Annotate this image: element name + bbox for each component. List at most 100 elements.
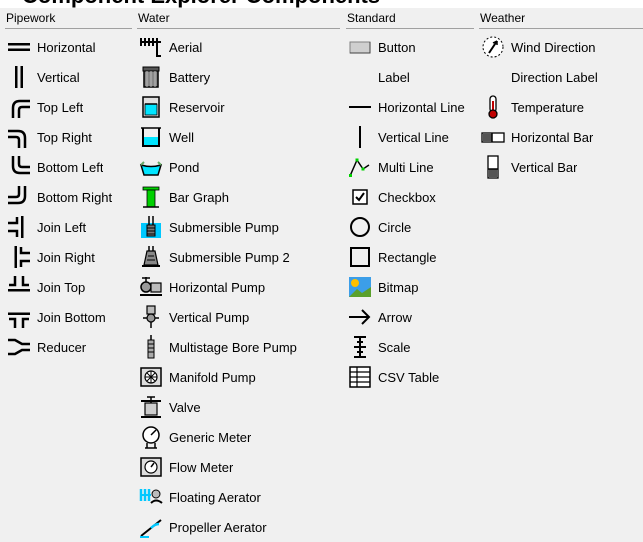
palette-item-label: Submersible Pump 2	[169, 249, 290, 265]
palette-item-vertical-pump[interactable]: Vertical Pump	[137, 302, 340, 332]
water-column: Water Aerial Battery Reservoir Well Pond Bar G…	[137, 8, 340, 539]
palette-item-label: Join Bottom	[37, 309, 106, 325]
palette-item-label: Join Right	[37, 249, 95, 265]
palette-item-generic-meter[interactable]: Generic Meter	[137, 422, 340, 452]
palette-item-battery[interactable]: Battery	[137, 62, 340, 92]
palette-item-scale[interactable]: Scale	[346, 332, 474, 362]
manifold-pump-icon	[137, 365, 165, 389]
palette-item-join-left[interactable]: Join Left	[5, 212, 132, 242]
direction-label-icon	[479, 65, 507, 89]
palette-item-label: Reservoir	[169, 99, 225, 115]
palette-item-join-right[interactable]: Join Right	[5, 242, 132, 272]
palette-item-label: Manifold Pump	[169, 369, 256, 385]
palette-item-wind-direction[interactable]: Wind Direction	[479, 32, 643, 62]
bar-graph-icon	[137, 185, 165, 209]
palette-item-label: Temperature	[511, 99, 584, 115]
palette-item-flow-meter[interactable]: Flow Meter	[137, 452, 340, 482]
palette-item-bitmap[interactable]: Bitmap	[346, 272, 474, 302]
palette-item-reservoir[interactable]: Reservoir	[137, 92, 340, 122]
palette-item-horizontal-bar[interactable]: Horizontal Bar	[479, 122, 643, 152]
multistage-bore-pump-icon	[137, 335, 165, 359]
pipe-reducer-icon	[5, 335, 33, 359]
palette-item-label: Horizontal Pump	[169, 279, 266, 295]
circle-icon	[346, 215, 374, 239]
horizontal-pump-icon	[137, 275, 165, 299]
reservoir-icon	[137, 95, 165, 119]
submersible-pump-2-icon	[137, 245, 165, 269]
palette-item-label: Propeller Aerator	[169, 519, 267, 535]
flow-meter-icon	[137, 455, 165, 479]
palette-item-label: Vertical	[37, 69, 80, 85]
palette-item-top-left[interactable]: Top Left	[5, 92, 132, 122]
palette-item-rectangle[interactable]: Rectangle	[346, 242, 474, 272]
palette-item-checkbox[interactable]: Checkbox	[346, 182, 474, 212]
palette-item-horizontal-line[interactable]: Horizontal Line	[346, 92, 474, 122]
palette-item-label: Aerial	[169, 39, 203, 55]
palette-item-horizontal-pump[interactable]: Horizontal Pump	[137, 272, 340, 302]
palette-item-top-right[interactable]: Top Right	[5, 122, 132, 152]
palette-item-well[interactable]: Well	[137, 122, 340, 152]
palette-item-label: Reducer	[37, 339, 87, 355]
pipe-top-right-icon	[5, 125, 33, 149]
palette-item-submersible-pump-2[interactable]: Submersible Pump 2	[137, 242, 340, 272]
palette-item-pond[interactable]: Pond	[137, 152, 340, 182]
palette-item-join-bottom[interactable]: Join Bottom	[5, 302, 132, 332]
palette-item-circle[interactable]: Circle	[346, 212, 474, 242]
pipework-column-header[interactable]: Pipework	[5, 8, 132, 29]
palette-item-label: Vertical Line	[378, 129, 449, 145]
palette-item-arrow[interactable]: Arrow	[346, 302, 474, 332]
palette-item-vertical[interactable]: Vertical	[5, 62, 132, 92]
palette-item-floating-aerator[interactable]: Floating Aerator	[137, 482, 340, 512]
palette-item-label: Horizontal Line	[378, 99, 465, 115]
palette-item-label: Vertical Pump	[169, 309, 250, 325]
palette-item-label: Rectangle	[378, 249, 437, 265]
palette-item-bottom-right[interactable]: Bottom Right	[5, 182, 132, 212]
standard-item-list: Button Label Horizontal Line Vertical Line M…	[346, 29, 474, 392]
palette-item-button[interactable]: Button	[346, 32, 474, 62]
palette-item-label: Floating Aerator	[169, 489, 261, 505]
palette-item-csv-table[interactable]: CSV Table	[346, 362, 474, 392]
horizontal-line-icon	[346, 95, 374, 119]
palette-item-multi-line[interactable]: Multi Line	[346, 152, 474, 182]
palette-item-reducer[interactable]: Reducer	[5, 332, 132, 362]
water-column-header[interactable]: Water	[137, 8, 340, 29]
button-icon	[346, 35, 374, 59]
palette-item-horizontal[interactable]: Horizontal	[5, 32, 132, 62]
palette-item-label: Horizontal Bar	[511, 129, 594, 145]
palette-item-vertical-line[interactable]: Vertical Line	[346, 122, 474, 152]
pipe-bottom-right-icon	[5, 185, 33, 209]
weather-column: Weather Wind Direction Direction Label Temp…	[479, 8, 643, 539]
palette-item-bar-graph[interactable]: Bar Graph	[137, 182, 340, 212]
palette-item-aerial[interactable]: Aerial	[137, 32, 340, 62]
palette-item-submersible-pump[interactable]: Submersible Pump	[137, 212, 340, 242]
scale-icon	[346, 335, 374, 359]
weather-column-header[interactable]: Weather	[479, 8, 643, 29]
palette-item-direction-label[interactable]: Direction Label	[479, 62, 643, 92]
top-banner-text: Component Explorer Components	[22, 0, 380, 8]
standard-column-header[interactable]: Standard	[346, 8, 474, 29]
palette-item-label: Flow Meter	[169, 459, 234, 475]
arrow-icon	[346, 305, 374, 329]
pipework-column: Pipework Horizontal Vertical Top Left Top Ri…	[5, 8, 132, 539]
palette-item-valve[interactable]: Valve	[137, 392, 340, 422]
csv-table-icon	[346, 365, 374, 389]
palette-item-bottom-left[interactable]: Bottom Left	[5, 152, 132, 182]
palette-item-multistage-bore-pump[interactable]: Multistage Bore Pump	[137, 332, 340, 362]
pipe-bottom-left-icon	[5, 155, 33, 179]
palette-item-propeller-aerator[interactable]: Propeller Aerator	[137, 512, 340, 542]
palette-item-label[interactable]: Label	[346, 62, 474, 92]
palette-item-label: Direction Label	[511, 69, 598, 85]
palette-item-join-top[interactable]: Join Top	[5, 272, 132, 302]
palette-item-label: Generic Meter	[169, 429, 252, 445]
standard-column: Standard Button Label Horizontal Line Vertic…	[346, 8, 474, 539]
palette-item-manifold-pump[interactable]: Manifold Pump	[137, 362, 340, 392]
palette-item-label: Label	[378, 69, 410, 85]
palette-item-temperature[interactable]: Temperature	[479, 92, 643, 122]
pipe-vertical-icon	[5, 65, 33, 89]
label-icon	[346, 65, 374, 89]
palette-item-vertical-bar[interactable]: Vertical Bar	[479, 152, 643, 182]
palette-item-label: Circle	[378, 219, 412, 235]
palette-item-label: Top Left	[37, 99, 84, 115]
propeller-aerator-icon	[137, 515, 165, 539]
pipe-join-right-icon	[5, 245, 33, 269]
